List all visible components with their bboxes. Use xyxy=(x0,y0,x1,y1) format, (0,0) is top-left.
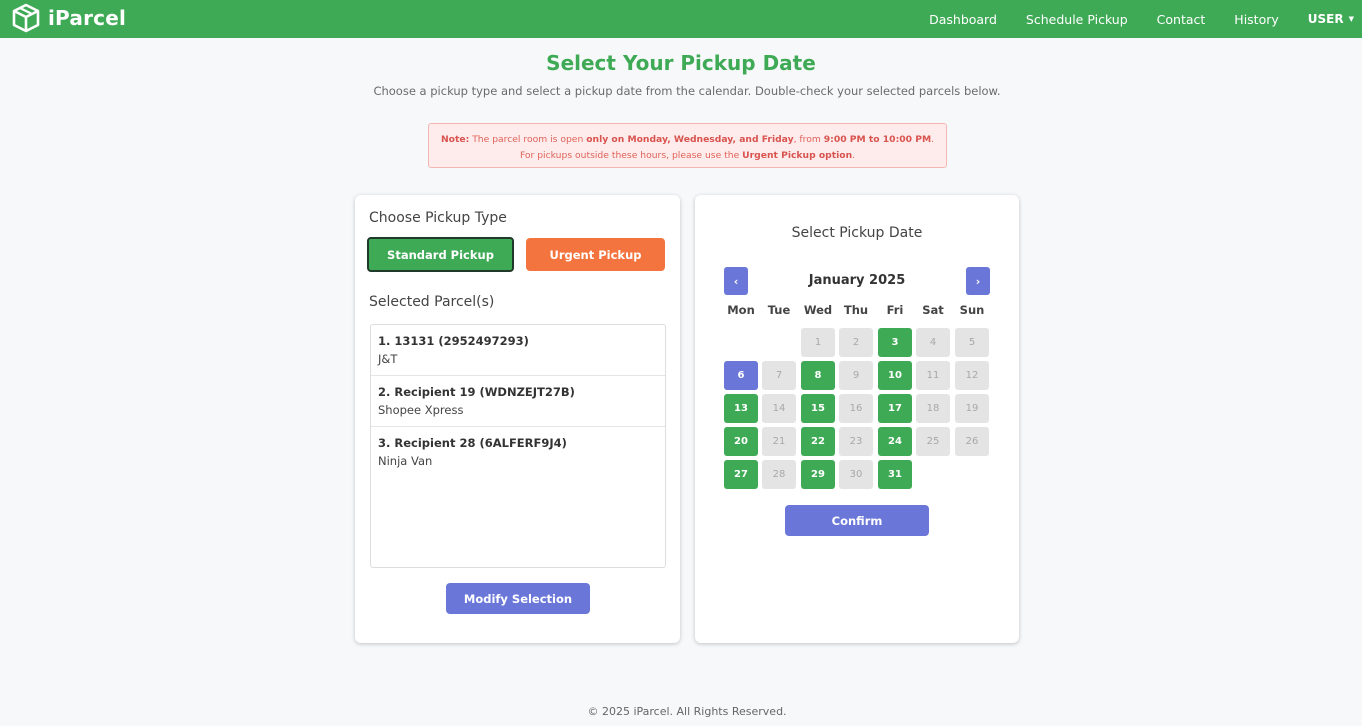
calendar-day-3[interactable]: 3 xyxy=(878,328,912,357)
calendar-day-24[interactable]: 24 xyxy=(878,427,912,456)
calendar-day-7: 7 xyxy=(762,361,796,390)
calendar-day-25: 25 xyxy=(916,427,950,456)
parcel-list[interactable]: 1. 13131 (2952497293) J&T 2. Recipient 1… xyxy=(370,324,666,568)
parcel-courier: J&T xyxy=(378,352,398,366)
calendar-day-1: 1 xyxy=(801,328,835,357)
footer-copyright: © 2025 iParcel. All Rights Reserved. xyxy=(587,705,787,718)
modify-selection-button[interactable]: Modify Selection xyxy=(446,583,590,614)
navbar: iParcel Dashboard Schedule Pickup Contac… xyxy=(0,0,1362,38)
calendar-day-20[interactable]: 20 xyxy=(724,427,758,456)
calendar-day-22[interactable]: 22 xyxy=(801,427,835,456)
calendar-card: Select Pickup Date ‹ January 2025 › Mon T… xyxy=(695,195,1019,643)
note-line-2: For pickups outside these hours, please … xyxy=(429,148,946,164)
list-item: 2. Recipient 19 (WDNZEJT27B) Shopee Xpre… xyxy=(371,376,665,427)
box-logo-icon xyxy=(12,3,40,33)
calendar-day-18: 18 xyxy=(916,394,950,423)
calendar-day-9: 9 xyxy=(839,361,873,390)
calendar-day-26: 26 xyxy=(955,427,989,456)
calendar-day-27[interactable]: 27 xyxy=(724,460,758,489)
note-hours: 9:00 PM to 10:00 PM xyxy=(823,134,932,145)
calendar-heading: Select Pickup Date xyxy=(791,225,923,241)
calendar-day-15[interactable]: 15 xyxy=(801,394,835,423)
list-item: 3. Recipient 28 (6ALFERF9J4) Ninja Van xyxy=(371,427,665,478)
nav-link-dashboard[interactable]: Dashboard xyxy=(929,12,997,27)
calendar-day-6[interactable]: 6 xyxy=(724,361,758,390)
calendar-day-29[interactable]: 29 xyxy=(801,460,835,489)
parcel-courier: Shopee Xpress xyxy=(378,403,464,417)
schedule-note: Note: The parcel room is open only on Mo… xyxy=(428,123,947,168)
calendar-day-16: 16 xyxy=(839,394,873,423)
note-text: . xyxy=(931,134,935,145)
calendar-day-31[interactable]: 31 xyxy=(878,460,912,489)
note-days: only on Monday, Wednesday, and Friday xyxy=(586,134,794,145)
urgent-pickup-button[interactable]: Urgent Pickup xyxy=(526,238,665,271)
user-menu-label: USER xyxy=(1307,12,1344,26)
list-item: 1. 13131 (2952497293) J&T xyxy=(371,325,665,376)
nav-links: Dashboard Schedule Pickup Contact Histor… xyxy=(929,0,1362,38)
note-urgent-option: Urgent Pickup option xyxy=(742,149,853,161)
calendar-day-10[interactable]: 10 xyxy=(878,361,912,390)
parcel-courier: Ninja Van xyxy=(378,454,433,468)
selected-parcels-heading: Selected Parcel(s) xyxy=(369,294,495,310)
calendar-day-11: 11 xyxy=(916,361,950,390)
note-text: , from xyxy=(793,134,821,145)
calendar-day-19: 19 xyxy=(955,394,989,423)
next-month-button[interactable]: › xyxy=(966,267,990,295)
calendar-day-14: 14 xyxy=(762,394,796,423)
page-subtitle: Choose a pickup type and select a pickup… xyxy=(373,84,1001,98)
calendar-day-17[interactable]: 17 xyxy=(878,394,912,423)
pickup-type-card: Choose Pickup Type Standard Pickup Urgen… xyxy=(355,195,680,643)
brand[interactable]: iParcel xyxy=(11,2,126,34)
nav-link-contact[interactable]: Contact xyxy=(1157,12,1206,27)
calendar-day-8[interactable]: 8 xyxy=(801,361,835,390)
chevron-right-icon: › xyxy=(975,274,981,288)
nav-link-history[interactable]: History xyxy=(1234,12,1278,27)
calendar-day-30: 30 xyxy=(839,460,873,489)
note-line-1: Note: The parcel room is open only on Mo… xyxy=(429,132,946,148)
calendar-day-21: 21 xyxy=(762,427,796,456)
note-text: The parcel room is open xyxy=(472,134,584,145)
calendar-day-2: 2 xyxy=(839,328,873,357)
weekday-header-sat: Sat xyxy=(922,303,944,317)
note-text: . xyxy=(852,149,856,161)
calendar-day-4: 4 xyxy=(916,328,950,357)
calendar-day-5: 5 xyxy=(955,328,989,357)
pickup-type-heading: Choose Pickup Type xyxy=(369,210,507,226)
weekday-header-fri: Fri xyxy=(886,303,904,317)
parcel-title: 2. Recipient 19 (WDNZEJT27B) xyxy=(378,385,575,399)
note-label: Note: xyxy=(440,134,470,145)
weekday-header-mon: Mon xyxy=(727,303,755,317)
caret-down-icon: ▼ xyxy=(1348,15,1354,23)
page-title: Select Your Pickup Date xyxy=(546,51,816,75)
calendar-day-23: 23 xyxy=(839,427,873,456)
note-text: For pickups outside these hours, please … xyxy=(519,149,740,161)
nav-link-schedule-pickup[interactable]: Schedule Pickup xyxy=(1026,12,1128,27)
calendar-day-28: 28 xyxy=(762,460,796,489)
weekday-header-sun: Sun xyxy=(959,303,985,317)
standard-pickup-button[interactable]: Standard Pickup xyxy=(367,237,514,272)
calendar-day-13[interactable]: 13 xyxy=(724,394,758,423)
weekday-header-tue: Tue xyxy=(767,303,791,317)
brand-name: iParcel xyxy=(48,6,127,30)
parcel-title: 1. 13131 (2952497293) xyxy=(378,334,529,348)
weekday-header-thu: Thu xyxy=(843,303,869,317)
parcel-title: 3. Recipient 28 (6ALFERF9J4) xyxy=(378,436,567,450)
confirm-button[interactable]: Confirm xyxy=(785,505,929,536)
calendar-day-12: 12 xyxy=(955,361,989,390)
user-menu[interactable]: USER ▼ xyxy=(1308,12,1354,26)
weekday-header-wed: Wed xyxy=(803,303,833,317)
